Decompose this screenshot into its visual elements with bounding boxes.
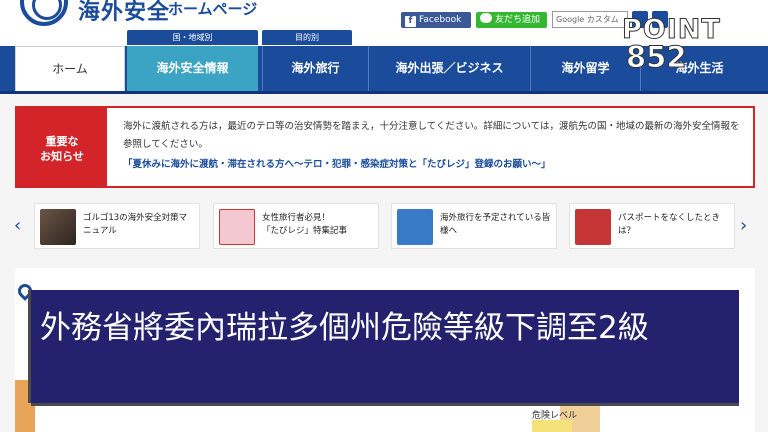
nav-tag-by-purpose: 目的別 [262,30,352,45]
line-label: 友だち追加 [495,15,541,25]
banner-card-golgo13[interactable]: ゴルゴ13の海外安全対策マニュアル [34,203,200,249]
site-subtitle[interactable]: ホームページ [168,0,257,19]
nav-item-business-trip[interactable]: 海外出張／ビジネス [368,46,530,91]
banner-card-text: 女性旅行者必見！ 「たびレジ」特集記事 [262,213,348,236]
banner-card-text: 海外旅行を予定されている皆様へ [440,213,551,236]
nav-underline [0,91,768,94]
female-traveler-icon [219,209,255,245]
nav-item-study-abroad[interactable]: 海外留学 [530,46,640,91]
banner-card-tabireg[interactable]: 女性旅行者必見！ 「たびレジ」特集記事 [213,203,379,249]
passport-icon [575,209,611,245]
watermark-number: 852 [626,40,688,75]
nav-tag-by-country: 国・地域別 [127,30,258,45]
screenshot-stage: 海外安全 ホームページ f Facebook 友だち追加 Google カスタム … [0,0,768,432]
notice-link[interactable]: 「夏休みに海外に渡航・滞在される方へ〜テロ・犯罪・感染症対策と「たびレジ」登録の… [123,156,743,170]
facebook-button[interactable]: f Facebook [401,12,471,28]
carousel-next-icon[interactable]: › [740,215,747,236]
facebook-icon: f [405,16,416,27]
news-caption-text: 外務省將委內瑞拉多個州危險等級下調至2級 [40,310,649,346]
banner-card-travel-plans[interactable]: 海外旅行を予定されている皆様へ [391,203,557,249]
line-add-friend-button[interactable]: 友だち追加 [476,12,547,28]
nav-item-overseas-safety[interactable]: 海外安全情報 [127,46,258,91]
notice-badge: 重要な お知らせ [17,108,107,186]
important-notice: 重要な お知らせ 海外に渡航される方は，最近のテロ等の治安情勢を踏まえ，十分注意… [15,106,755,188]
search-input[interactable]: Google カスタム [552,11,628,28]
facebook-label: Facebook [419,15,462,25]
nav-item-home[interactable]: ホーム [15,46,125,91]
golgo13-thumbnail-icon [40,209,76,245]
banner-card-lost-passport[interactable]: パスポートをなくしたときは？ [569,203,735,249]
airplane-globe-icon [397,209,433,245]
nav-item-overseas-travel[interactable]: 海外旅行 [262,46,368,91]
watermark-suffix: S [734,30,742,41]
risk-level-legend [532,420,572,432]
banner-card-text: パスポートをなくしたときは？ [618,213,721,236]
mofa-logo-icon[interactable] [20,0,68,26]
banner-card-text: ゴルゴ13の海外安全対策マニュアル [83,213,188,236]
site-title[interactable]: 海外安全 [78,0,170,26]
notice-text: 海外に渡航される方は，最近のテロ等の治安情勢を踏まえ，十分注意してください。詳細… [123,121,740,150]
carousel-prev-icon[interactable]: ‹ [14,215,21,236]
line-icon [480,13,492,23]
